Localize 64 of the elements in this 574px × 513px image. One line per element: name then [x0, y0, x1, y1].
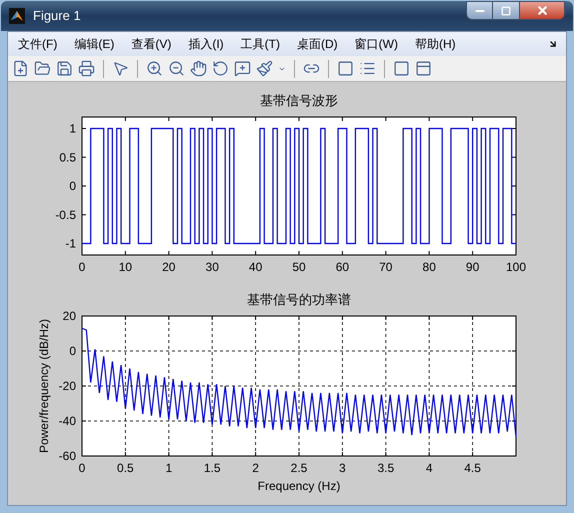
tick-label: -0.5	[55, 208, 76, 222]
tick-label: 2	[252, 461, 259, 475]
save-icon[interactable]	[56, 60, 73, 77]
tick-label: 1	[165, 461, 172, 475]
tick-label: 0.5	[117, 461, 134, 475]
tick-label: 20	[62, 309, 76, 323]
tick-label: 20	[162, 260, 176, 274]
tick-label: 10	[118, 260, 132, 274]
window-icon[interactable]	[415, 60, 432, 77]
maximize-icon	[501, 6, 511, 16]
tick-label: 90	[466, 260, 480, 274]
menu-item[interactable]: 桌面(D)	[290, 35, 344, 53]
menu-item[interactable]: 编辑(E)	[68, 35, 120, 53]
tick-label: 1.5	[204, 461, 221, 475]
square-icon[interactable]	[393, 60, 410, 77]
tick-label: -60	[58, 449, 76, 463]
chart-title: 基带信号的功率谱	[246, 291, 352, 308]
minimize-button[interactable]	[466, 1, 493, 20]
brush-icon[interactable]	[256, 60, 273, 77]
tick-label: 0	[78, 461, 86, 475]
menu-item[interactable]: 工具(T)	[234, 35, 286, 53]
tick-label: 40	[248, 260, 262, 274]
tick-label: 4.5	[464, 461, 481, 475]
close-icon	[536, 4, 548, 17]
menu-item[interactable]: 插入(I)	[182, 35, 230, 53]
tick-label: 30	[206, 260, 219, 274]
zoom-out-icon[interactable]	[168, 60, 185, 77]
menu-item[interactable]: 窗口(W)	[348, 35, 404, 53]
legend-icon[interactable]	[359, 60, 376, 77]
tick-label: 80	[422, 260, 436, 274]
folder-icon[interactable]	[34, 60, 51, 77]
tick-label: -20	[58, 379, 76, 393]
tick-label: 0.5	[59, 150, 76, 164]
tick-label: 0	[69, 179, 76, 193]
hand-icon[interactable]	[190, 60, 207, 77]
menu-item[interactable]: 帮助(H)	[408, 35, 462, 53]
pointer-icon[interactable]	[112, 60, 129, 77]
close-button[interactable]	[519, 1, 565, 20]
tick-label: 0	[69, 344, 76, 358]
tick-label: -40	[58, 414, 76, 428]
new-file-icon[interactable]	[12, 60, 29, 77]
chart-title: 基带信号波形	[259, 92, 339, 109]
menu-item[interactable]: 文件(F)	[12, 35, 64, 53]
axis-title: Frequency (Hz)	[258, 479, 340, 493]
tick-label: 3.5	[377, 461, 394, 475]
window-title: Figure 1	[33, 7, 81, 26]
zoom-in-icon[interactable]	[146, 60, 163, 77]
tick-label: 60	[336, 260, 350, 274]
tick-label: 1	[69, 122, 76, 136]
axis-title: Power/frequency (dB/Hz)	[37, 318, 51, 454]
print-icon[interactable]	[78, 60, 95, 77]
menu-item[interactable]: 查看(V)	[125, 35, 178, 53]
app-logo-icon	[9, 8, 25, 24]
tick-label: 3	[339, 461, 346, 475]
dock-arrow-icon[interactable]	[548, 39, 558, 49]
maximize-button[interactable]	[493, 1, 519, 20]
tick-label: -1	[65, 236, 76, 250]
tick-label: 0	[78, 260, 86, 274]
tick-label: 100	[506, 260, 526, 274]
tick-label: 50	[292, 260, 306, 274]
tick-label: 4	[426, 461, 433, 475]
tick-label: 70	[379, 260, 392, 274]
tick-label: 2.5	[290, 461, 308, 475]
rotate-icon[interactable]	[212, 60, 229, 77]
